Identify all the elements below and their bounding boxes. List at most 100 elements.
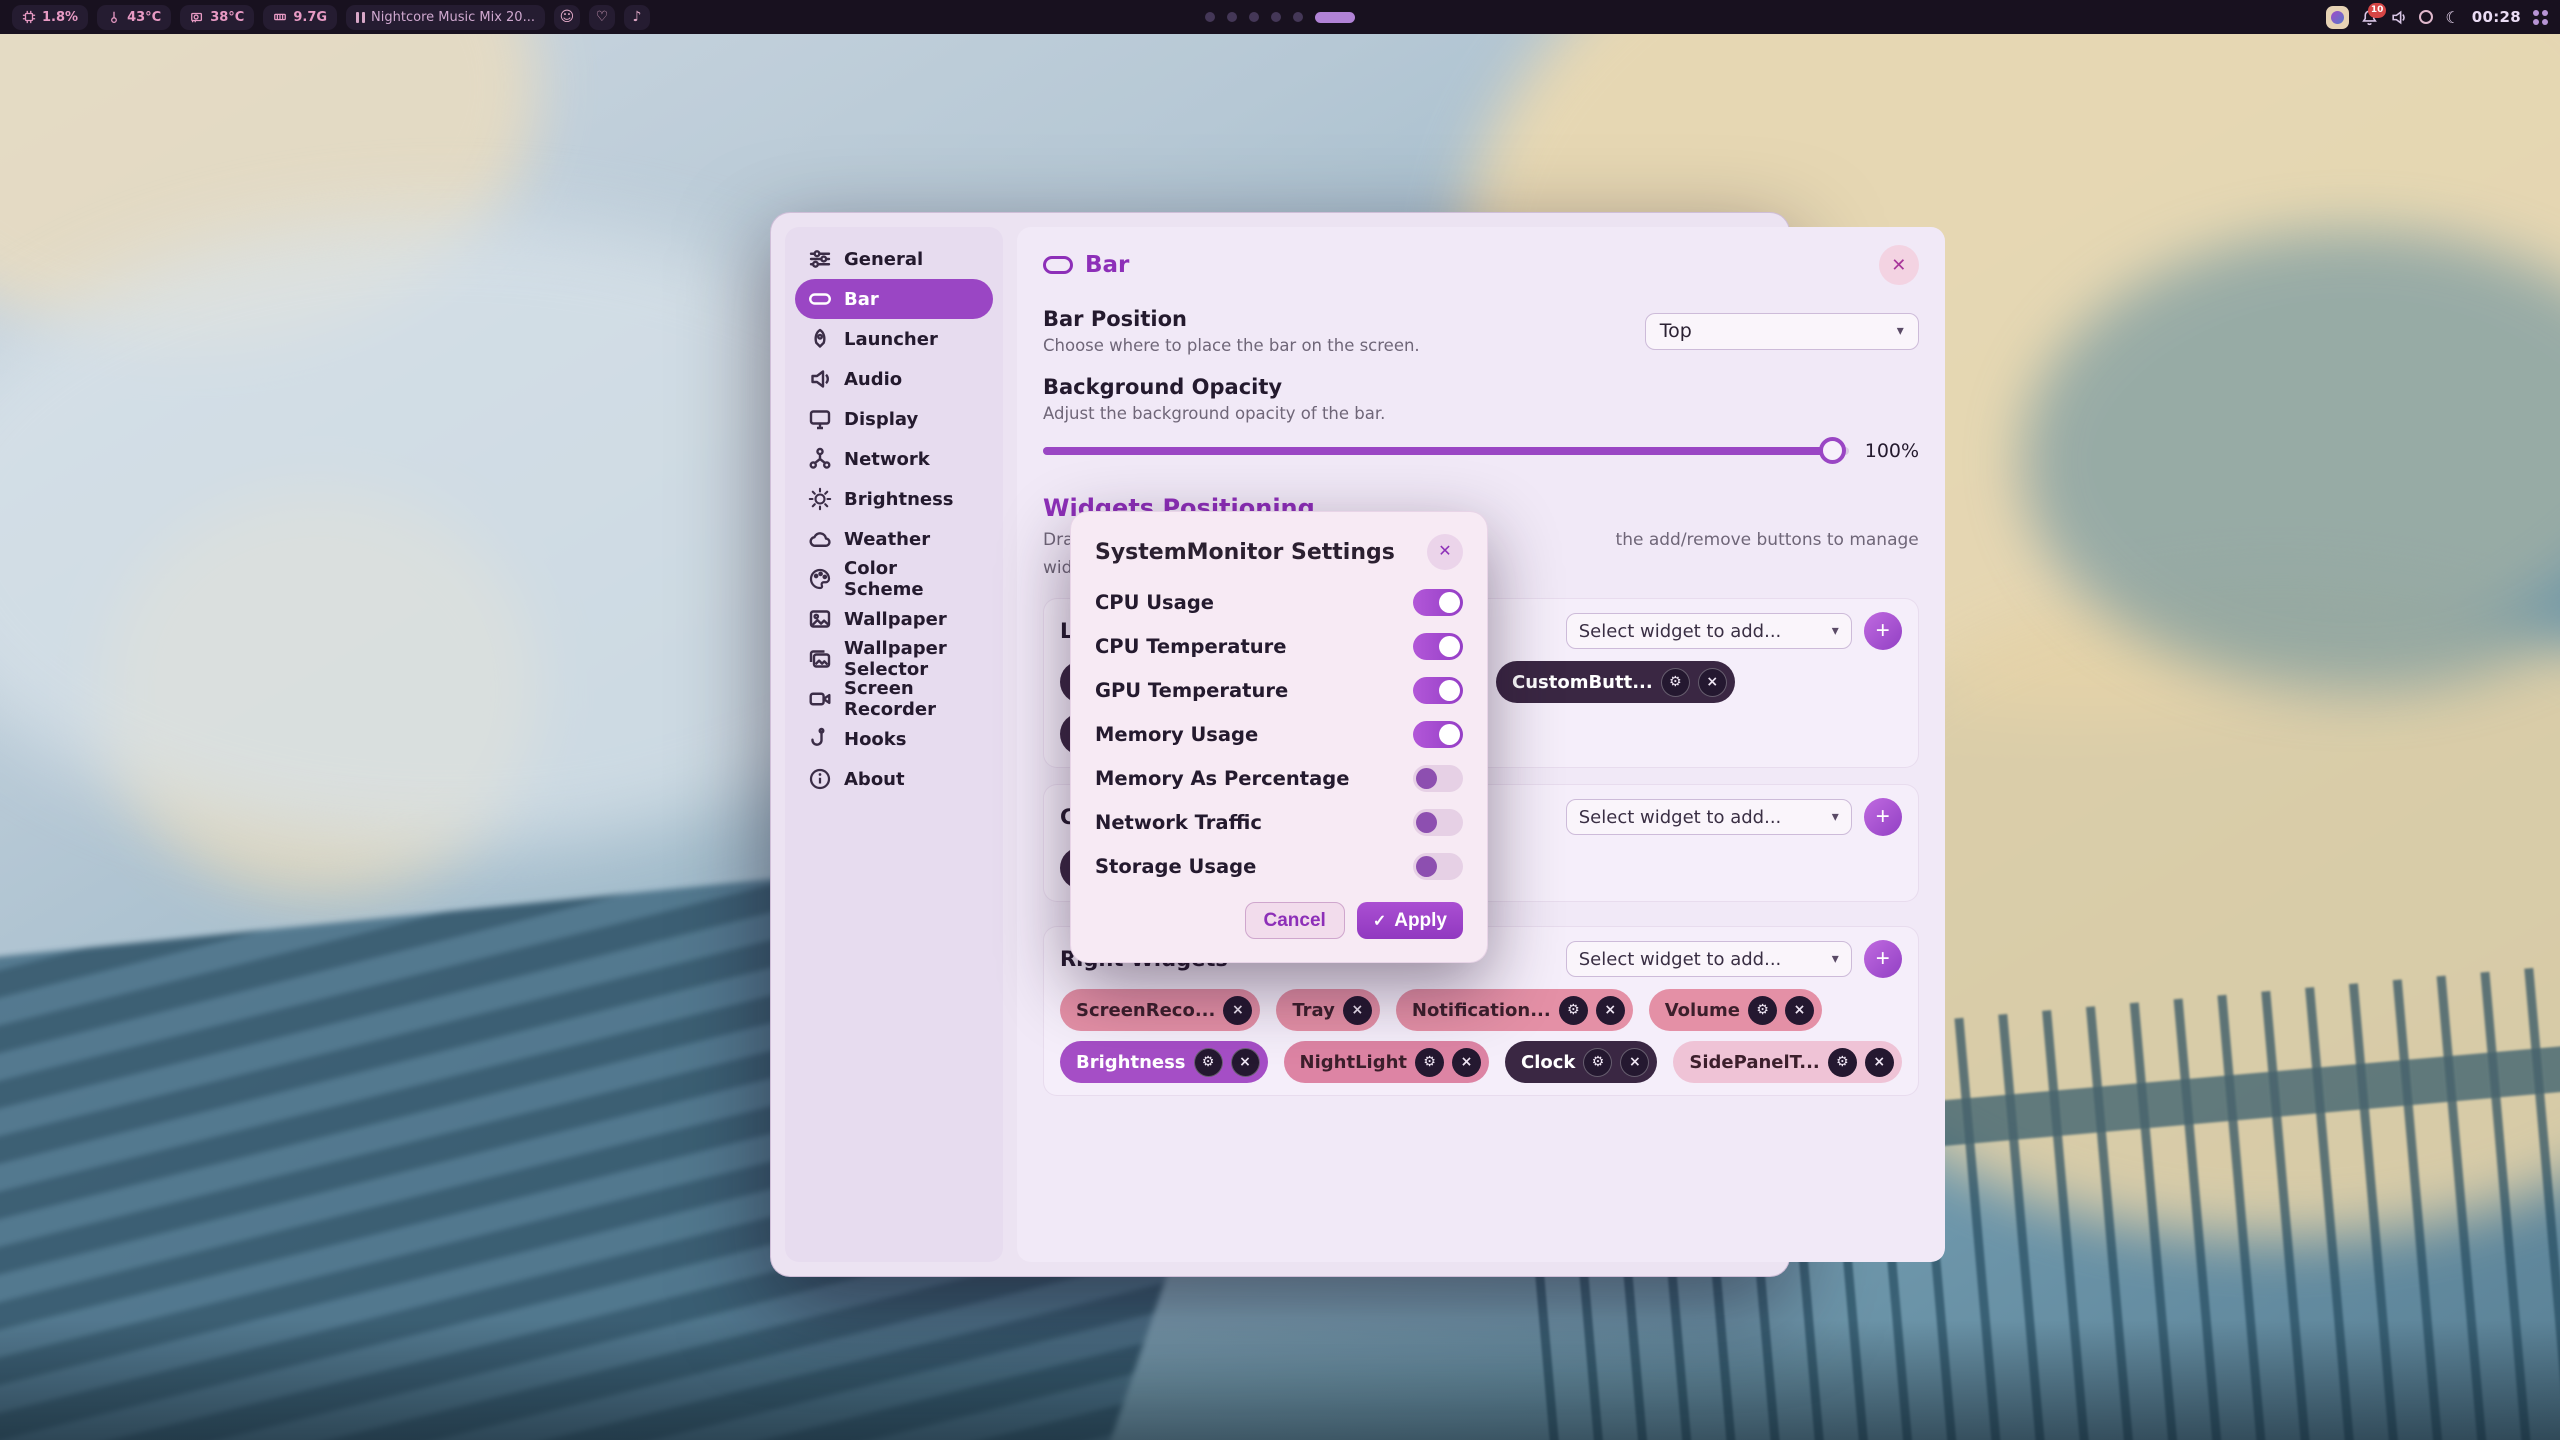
add-widget-select[interactable]: Select widget to add... ▾ <box>1566 799 1852 835</box>
sidebar-item-general[interactable]: General <box>795 239 993 279</box>
chevron-down-icon: ▾ <box>1897 323 1904 339</box>
widget-remove-button[interactable]: × <box>1785 996 1814 1025</box>
widget-settings-button[interactable]: ⚙ <box>1661 668 1690 697</box>
note-icon[interactable]: ♪ <box>624 5 650 30</box>
memory-widget[interactable]: 9.7G <box>263 5 337 30</box>
workspaces <box>1205 0 1355 34</box>
widget-chip[interactable]: Tray × <box>1276 989 1380 1031</box>
widget-remove-button[interactable]: × <box>1231 1048 1260 1077</box>
bar-position-setting: Bar Position Choose where to place the b… <box>1043 307 1919 355</box>
widget-chip[interactable]: NightLight ⚙ × <box>1284 1041 1489 1083</box>
memory-as-percentage-toggle[interactable] <box>1413 765 1463 792</box>
settings-sidebar: General Bar Launcher Audio Display Netwo… <box>785 227 1003 1262</box>
clock[interactable]: 00:28 <box>2472 8 2521 26</box>
sidebar-item-launcher[interactable]: Launcher <box>795 319 993 359</box>
sidebar-item-display[interactable]: Display <box>795 399 993 439</box>
opacity-slider[interactable] <box>1043 447 1849 455</box>
sidebar-item-about[interactable]: About <box>795 759 993 799</box>
workspace-dot[interactable] <box>1249 12 1259 22</box>
toggle-label: CPU Usage <box>1095 591 1214 614</box>
workspace-dot[interactable] <box>1205 12 1215 22</box>
emoji-icon[interactable]: ☺ <box>554 5 580 30</box>
cpu-temp-value: 43°C <box>127 10 161 25</box>
cpu-temperature-toggle[interactable] <box>1413 633 1463 660</box>
workspace-dot[interactable] <box>1227 12 1237 22</box>
workspace-dot[interactable] <box>1271 12 1281 22</box>
sidebar-item-color-scheme[interactable]: Color Scheme <box>795 559 993 599</box>
widget-remove-button[interactable]: × <box>1620 1048 1649 1077</box>
gpu-temperature-toggle[interactable] <box>1413 677 1463 704</box>
sidebar-item-wallpaper[interactable]: Wallpaper <box>795 599 993 639</box>
storage-usage-toggle[interactable] <box>1413 853 1463 880</box>
window-close-button[interactable]: ✕ <box>1879 245 1919 285</box>
widget-remove-button[interactable]: × <box>1223 996 1252 1025</box>
add-widget-button[interactable]: + <box>1864 612 1902 650</box>
widget-remove-button[interactable]: × <box>1865 1048 1894 1077</box>
toggle-label: CPU Temperature <box>1095 635 1287 658</box>
bar-position-select[interactable]: Top ▾ <box>1645 313 1919 350</box>
widget-chip[interactable]: CustomButt... ⚙ × <box>1496 661 1735 703</box>
color-picker-icon[interactable] <box>2326 6 2349 29</box>
sidebar-item-hooks[interactable]: Hooks <box>795 719 993 759</box>
thermometer-icon <box>107 10 121 24</box>
widget-settings-button[interactable]: ⚙ <box>1415 1048 1444 1077</box>
cpu-usage-toggle[interactable] <box>1413 589 1463 616</box>
add-widget-button[interactable]: + <box>1864 940 1902 978</box>
widget-remove-button[interactable]: × <box>1596 996 1625 1025</box>
sliders-icon <box>808 247 832 271</box>
page-title: Bar <box>1085 252 1129 278</box>
dialog-close-button[interactable]: ✕ <box>1427 534 1463 570</box>
check-icon: ✓ <box>1373 911 1386 931</box>
sidebar-item-bar[interactable]: Bar <box>795 279 993 319</box>
widget-chip[interactable]: SidePanelT... ⚙ × <box>1673 1041 1901 1083</box>
widget-chip[interactable]: ScreenReco... × <box>1060 989 1260 1031</box>
notifications-button[interactable]: 10 <box>2361 9 2378 26</box>
cancel-button[interactable]: Cancel <box>1245 902 1345 939</box>
speaker-icon <box>2390 9 2407 26</box>
widget-remove-button[interactable]: × <box>1452 1048 1481 1077</box>
notification-badge: 10 <box>2368 3 2387 18</box>
cpu-usage-widget[interactable]: 1.8% <box>12 5 88 30</box>
night-light-icon[interactable]: ☾ <box>2445 8 2459 27</box>
toggle-label: Memory As Percentage <box>1095 767 1349 790</box>
add-widget-select[interactable]: Select widget to add... ▾ <box>1566 613 1852 649</box>
sidebar-item-weather[interactable]: Weather <box>795 519 993 559</box>
workspace-dot[interactable] <box>1293 12 1303 22</box>
slider-thumb[interactable] <box>1819 437 1846 464</box>
widget-chip[interactable]: Volume ⚙ × <box>1649 989 1822 1031</box>
add-widget-select[interactable]: Select widget to add... ▾ <box>1566 941 1852 977</box>
widget-chip[interactable]: Clock ⚙ × <box>1505 1041 1657 1083</box>
cpu-temp-widget[interactable]: 43°C <box>97 5 171 30</box>
memory-value: 9.7G <box>293 10 327 25</box>
gpu-temp-widget[interactable]: 38°C <box>180 5 254 30</box>
widget-remove-button[interactable]: × <box>1343 996 1372 1025</box>
bar-position-value: Top <box>1660 320 1692 342</box>
network-traffic-toggle[interactable] <box>1413 809 1463 836</box>
apply-button[interactable]: ✓ Apply <box>1357 902 1463 939</box>
widget-settings-button[interactable]: ⚙ <box>1828 1048 1857 1077</box>
hook-icon <box>808 727 832 751</box>
widget-chip[interactable]: Brightness ⚙ × <box>1060 1041 1268 1083</box>
sidebar-item-brightness[interactable]: Brightness <box>795 479 993 519</box>
widget-settings-button[interactable]: ⚙ <box>1559 996 1588 1025</box>
record-icon[interactable] <box>2419 10 2433 24</box>
memory-usage-toggle[interactable] <box>1413 721 1463 748</box>
heart-icon[interactable]: ♡ <box>589 5 615 30</box>
sidebar-item-screen-recorder[interactable]: Screen Recorder <box>795 679 993 719</box>
volume-button[interactable] <box>2390 9 2407 26</box>
widget-settings-button[interactable]: ⚙ <box>1194 1048 1223 1077</box>
dialog-title: SystemMonitor Settings <box>1095 540 1395 565</box>
workspace-active-pill[interactable] <box>1315 12 1355 23</box>
sidebar-item-wallpaper-selector[interactable]: Wallpaper Selector <box>795 639 993 679</box>
sidebar-item-audio[interactable]: Audio <box>795 359 993 399</box>
network-icon <box>808 447 832 471</box>
widget-settings-button[interactable]: ⚙ <box>1583 1048 1612 1077</box>
widget-remove-button[interactable]: × <box>1698 668 1727 697</box>
brightness-icon <box>808 487 832 511</box>
apps-grid-icon[interactable] <box>2533 10 2548 25</box>
sidebar-item-network[interactable]: Network <box>795 439 993 479</box>
widget-chip[interactable]: Notification... ⚙ × <box>1396 989 1633 1031</box>
media-widget[interactable]: Nightcore Music Mix 20... <box>346 5 545 30</box>
widget-settings-button[interactable]: ⚙ <box>1748 996 1777 1025</box>
add-widget-button[interactable]: + <box>1864 798 1902 836</box>
